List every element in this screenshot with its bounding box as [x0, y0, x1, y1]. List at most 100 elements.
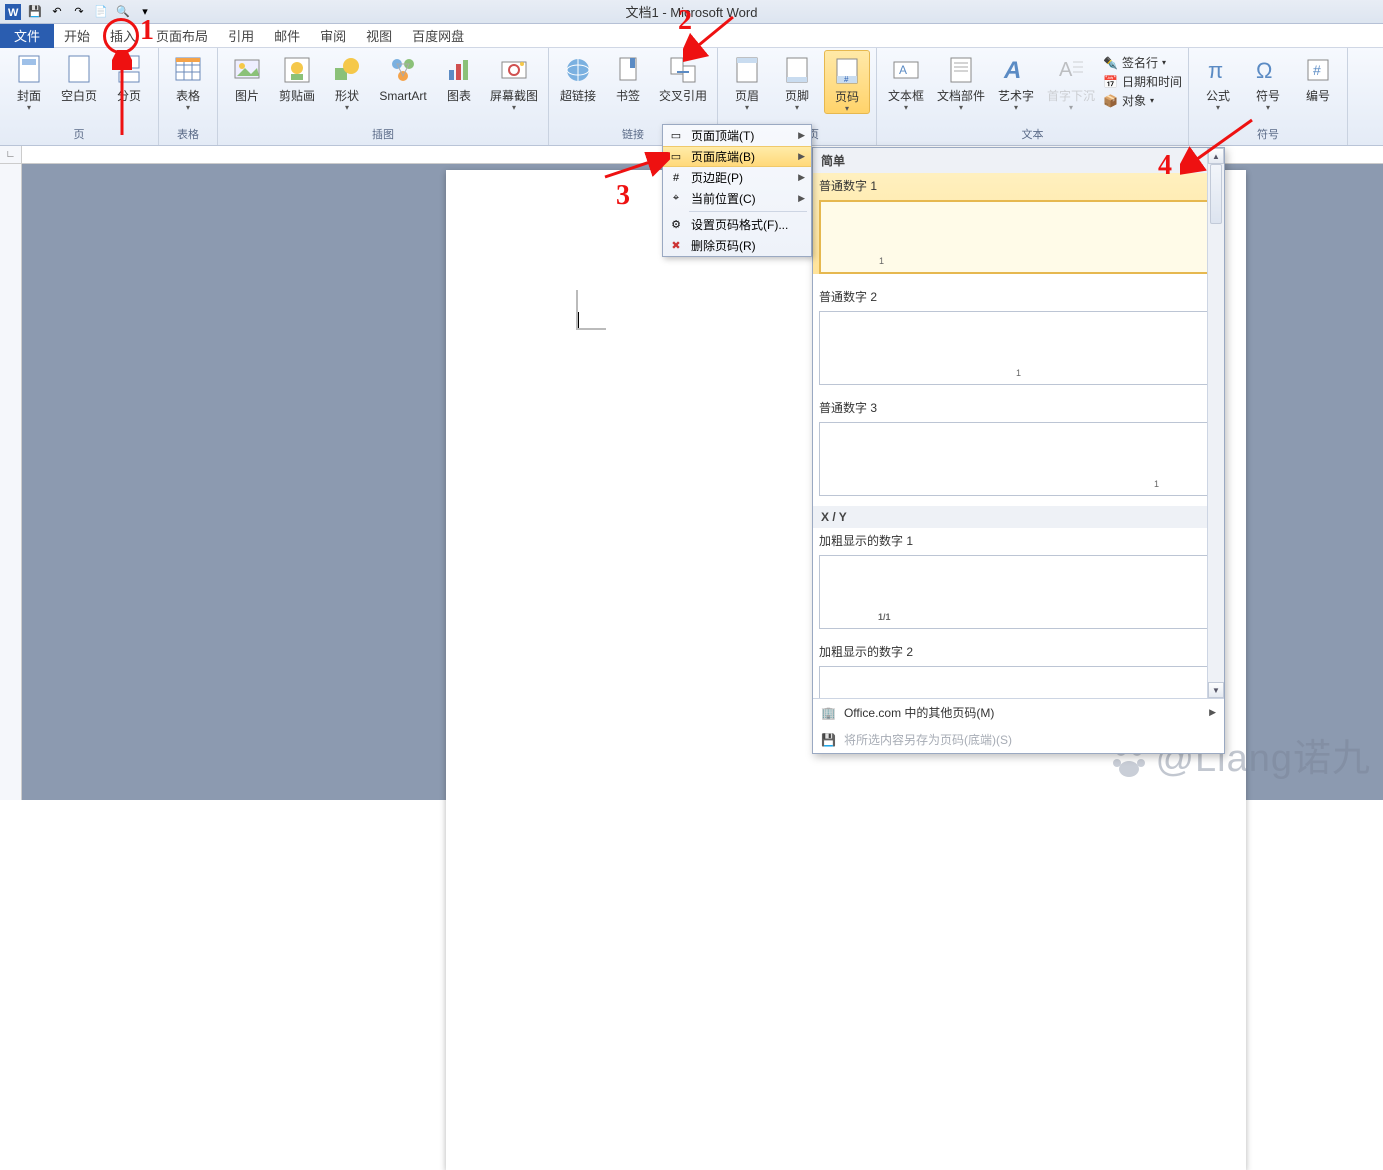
- gallery-footer: 🏢Office.com 中的其他页码(M)▶ 💾将所选内容另存为页码(底端)(S…: [813, 698, 1224, 753]
- page-break-button[interactable]: 分页: [106, 50, 152, 103]
- save-icon[interactable]: 💾: [26, 3, 44, 21]
- gallery-bold-number-1[interactable]: 加粗显示的数字 1 1/1: [813, 528, 1224, 629]
- datetime-button[interactable]: 📅日期和时间: [1103, 73, 1182, 90]
- redo-icon[interactable]: ↷: [70, 3, 88, 21]
- text-small-controls: ✒️签名行▾ 📅日期和时间 📦对象▾: [1103, 50, 1182, 109]
- clipart-button[interactable]: 剪贴画: [274, 50, 320, 103]
- page-number-menu: ▭页面顶端(T)▶ ▭页面底端(B)▶ #页边距(P)▶ ⌖当前位置(C)▶ ⚙…: [662, 124, 812, 257]
- scroll-down-button[interactable]: ▼: [1208, 682, 1224, 698]
- dropcap-icon: A: [1055, 54, 1087, 86]
- scroll-up-button[interactable]: ▲: [1208, 148, 1224, 164]
- vertical-ruler[interactable]: [0, 164, 22, 800]
- gallery-scrollbar[interactable]: ▲ ▼: [1207, 148, 1224, 698]
- menu-remove-pagenum[interactable]: ✖删除页码(R): [663, 235, 811, 256]
- tab-view[interactable]: 视图: [356, 24, 402, 48]
- number-icon: #: [1302, 54, 1334, 86]
- blank-page-icon: [63, 54, 95, 86]
- chevron-down-icon: ▾: [1216, 103, 1220, 112]
- chevron-right-icon: ▶: [798, 172, 805, 183]
- dropcap-button[interactable]: A首字下沉▾: [1043, 50, 1099, 112]
- svg-text:A: A: [899, 63, 907, 77]
- tab-home[interactable]: 开始: [54, 24, 100, 48]
- svg-text:A: A: [1059, 59, 1073, 81]
- svg-text:Ω: Ω: [1256, 58, 1272, 83]
- chart-icon: [443, 54, 475, 86]
- number-button[interactable]: #编号: [1295, 50, 1341, 103]
- window-title: 文档1 - Microsoft Word: [626, 2, 758, 21]
- crossref-button[interactable]: 交叉引用: [655, 50, 711, 103]
- textbox-button[interactable]: A文本框▾: [883, 50, 929, 112]
- tab-file[interactable]: 文件: [0, 24, 54, 48]
- tab-layout[interactable]: 页面布局: [146, 24, 218, 48]
- chevron-down-icon: ▾: [904, 103, 908, 112]
- word-icon: W: [4, 3, 22, 21]
- equation-button[interactable]: π公式▾: [1195, 50, 1241, 112]
- crossref-icon: [667, 54, 699, 86]
- text-cursor: [578, 312, 579, 328]
- format-icon: ⚙: [667, 216, 685, 234]
- gallery-plain-number-1[interactable]: 普通数字 1 1: [813, 173, 1224, 274]
- table-button[interactable]: 表格▾: [165, 50, 211, 112]
- bookmark-button[interactable]: 书签: [605, 50, 651, 103]
- svg-text:A: A: [1003, 57, 1021, 84]
- menu-format-pagenum[interactable]: ⚙设置页码格式(F)...: [663, 214, 811, 235]
- page-number-button[interactable]: #页码▾: [824, 50, 870, 114]
- ruler-corner[interactable]: ∟: [0, 146, 22, 163]
- equation-icon: π: [1202, 54, 1234, 86]
- gallery-plain-number-2[interactable]: 普通数字 2 1: [813, 284, 1224, 385]
- gallery-section-xy: X / Y: [813, 506, 1224, 528]
- blank-page-button[interactable]: 空白页: [56, 50, 102, 103]
- bookmark-icon: [612, 54, 644, 86]
- signature-button[interactable]: ✒️签名行▾: [1103, 54, 1182, 71]
- chevron-down-icon: ▾: [345, 103, 349, 112]
- object-button[interactable]: 📦对象▾: [1103, 92, 1182, 109]
- undo-icon[interactable]: ↶: [48, 3, 66, 21]
- preview-icon[interactable]: 🔍: [114, 3, 132, 21]
- group-symbols-label: 符号: [1195, 124, 1341, 145]
- office-icon: 🏢: [821, 706, 836, 720]
- menu-current-position[interactable]: ⌖当前位置(C)▶: [663, 188, 811, 209]
- shapes-icon: [331, 54, 363, 86]
- hyperlink-button[interactable]: 超链接: [555, 50, 601, 103]
- menu-page-top[interactable]: ▭页面顶端(T)▶: [663, 125, 811, 146]
- page-number-gallery: 简单 普通数字 1 1 普通数字 2 1 普通数字 3 1 X / Y 加粗显示…: [812, 147, 1225, 754]
- gallery-save-selection: 💾将所选内容另存为页码(底端)(S): [813, 726, 1224, 753]
- smartart-icon: [387, 54, 419, 86]
- chevron-down-icon: ▾: [27, 103, 31, 112]
- tab-insert[interactable]: 插入: [100, 24, 146, 48]
- new-icon[interactable]: 📄: [92, 3, 110, 21]
- tab-baidu[interactable]: 百度网盘: [402, 24, 474, 48]
- signature-icon: ✒️: [1103, 56, 1118, 70]
- gallery-more-office[interactable]: 🏢Office.com 中的其他页码(M)▶: [813, 699, 1224, 726]
- chevron-down-icon: ▾: [959, 103, 963, 112]
- tab-mailings[interactable]: 邮件: [264, 24, 310, 48]
- screenshot-button[interactable]: 屏幕截图▾: [486, 50, 542, 112]
- gallery-bold-number-2[interactable]: 加粗显示的数字 2 1/1: [813, 639, 1224, 698]
- ribbon-tabs: 文件 开始 插入 页面布局 引用 邮件 审阅 视图 百度网盘: [0, 24, 1383, 48]
- scroll-thumb[interactable]: [1210, 164, 1222, 224]
- group-text: A文本框▾ 文档部件▾ A艺术字▾ A首字下沉▾ ✒️签名行▾ 📅日期和时间 📦…: [877, 48, 1189, 145]
- svg-text:#: #: [844, 75, 849, 84]
- quickparts-button[interactable]: 文档部件▾: [933, 50, 989, 112]
- gallery-plain-number-3[interactable]: 普通数字 3 1: [813, 395, 1224, 496]
- remove-icon: ✖: [667, 237, 685, 255]
- qat-dropdown-icon[interactable]: ▾: [136, 3, 154, 21]
- menu-page-margins[interactable]: #页边距(P)▶: [663, 167, 811, 188]
- page-top-icon: ▭: [667, 127, 685, 145]
- table-icon: [172, 54, 204, 86]
- symbol-button[interactable]: Ω符号▾: [1245, 50, 1291, 112]
- tab-review[interactable]: 审阅: [310, 24, 356, 48]
- footer-button[interactable]: 页脚▾: [774, 50, 820, 112]
- svg-text:π: π: [1208, 58, 1223, 83]
- header-icon: [731, 54, 763, 86]
- shapes-button[interactable]: 形状▾: [324, 50, 370, 112]
- chart-button[interactable]: 图表: [436, 50, 482, 103]
- tab-references[interactable]: 引用: [218, 24, 264, 48]
- header-button[interactable]: 页眉▾: [724, 50, 770, 112]
- wordart-button[interactable]: A艺术字▾: [993, 50, 1039, 112]
- cover-page-button[interactable]: 封面▾: [6, 50, 52, 112]
- menu-page-bottom[interactable]: ▭页面底端(B)▶: [663, 146, 811, 167]
- smartart-button[interactable]: SmartArt: [374, 50, 432, 103]
- paragraph-handle: [576, 290, 606, 330]
- picture-button[interactable]: 图片: [224, 50, 270, 103]
